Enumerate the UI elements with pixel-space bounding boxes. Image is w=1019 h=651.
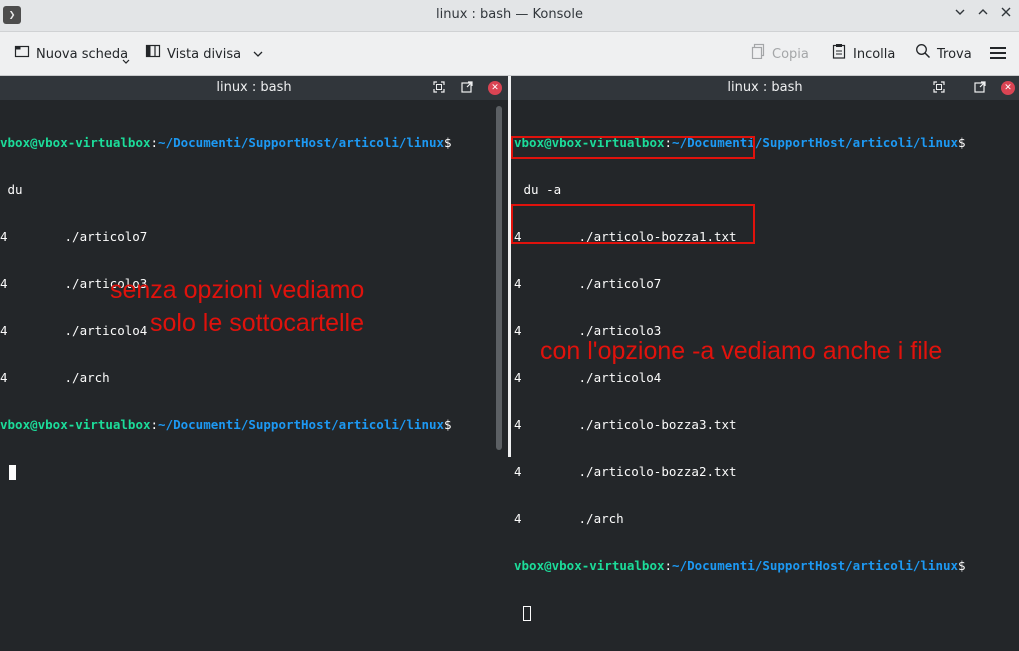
title-bar: ❯ linux : bash — Konsole xyxy=(0,0,1019,32)
new-tab-button[interactable]: Nuova scheda xyxy=(14,43,128,63)
prompt-line: vbox@vbox-virtualbox:~/Documenti/Support… xyxy=(0,416,492,433)
maximize-icon[interactable] xyxy=(974,6,992,24)
left-terminal-pane[interactable]: linux : bash ✕ vbox@vbox-virtualbox:~/Do… xyxy=(0,76,508,480)
prompt-user: vbox@vbox-virtualbox xyxy=(514,558,665,573)
cursor-line xyxy=(514,604,1003,621)
command-line: du -a xyxy=(516,182,562,197)
output-size: 4 xyxy=(0,370,8,385)
new-tab-menu-chevron-icon[interactable] xyxy=(122,58,130,67)
right-terminal-output[interactable]: vbox@vbox-virtualbox:~/Documenti/Support… xyxy=(514,104,1003,651)
output-size: 4 xyxy=(0,229,8,244)
maximize-pane-icon[interactable] xyxy=(432,81,446,95)
annotation-left-line2: solo le sottocartelle xyxy=(150,309,365,337)
output-row: 4 ./arch xyxy=(514,510,1003,527)
close-pane-icon[interactable]: ✕ xyxy=(1001,81,1015,95)
close-window-icon[interactable] xyxy=(997,6,1015,24)
prompt-path: ~/Documenti/SupportHost/articoli/linux xyxy=(672,558,959,573)
highlight-box-bozza3-bozza2 xyxy=(511,204,755,244)
terminal-cursor xyxy=(523,606,531,621)
output-path: ./articolo7 xyxy=(578,276,662,291)
right-pane-title: linux : bash xyxy=(727,80,803,95)
output-size: 4 xyxy=(514,511,522,526)
command-line: du xyxy=(0,182,23,197)
copy-label: Copia xyxy=(772,47,809,62)
output-size: 4 xyxy=(514,323,522,338)
output-size: 4 xyxy=(514,370,522,385)
terminal-cursor xyxy=(9,465,16,480)
split-view-icon xyxy=(145,43,161,66)
new-tab-icon xyxy=(14,43,30,66)
copy-icon xyxy=(750,43,766,66)
window-title: linux : bash — Konsole xyxy=(436,7,583,22)
prompt-symbol: $ xyxy=(958,558,966,573)
output-path: ./arch xyxy=(578,511,624,526)
output-row: 4 ./articolo7 xyxy=(0,228,492,245)
find-label: Trova xyxy=(937,47,972,62)
right-terminal-pane[interactable]: linux : bash ✕ vbox@vbox-virtualbox:~/Do… xyxy=(511,76,1019,621)
output-path: ./arch xyxy=(64,370,110,385)
hamburger-menu-icon[interactable] xyxy=(990,43,1006,63)
output-path: ./articolo4 xyxy=(578,370,662,385)
prompt-line: vbox@vbox-virtualbox:~/Documenti/Support… xyxy=(514,557,1003,574)
main-toolbar: Nuova scheda Vista divisa Copia Incolla … xyxy=(0,32,1019,76)
left-pane-header: linux : bash ✕ xyxy=(0,76,508,100)
output-path: ./articolo-bozza2.txt xyxy=(578,464,737,479)
prompt-separator: : xyxy=(150,135,159,150)
prompt-symbol: $ xyxy=(958,135,966,150)
annotation-left-line1: senza opzioni vediamo xyxy=(110,276,365,304)
find-button[interactable]: Trova xyxy=(915,43,972,63)
output-size: 4 xyxy=(514,464,522,479)
left-scrollbar[interactable] xyxy=(496,106,502,450)
output-row: 4 ./articolo-bozza3.txt xyxy=(514,416,1003,433)
highlight-box-bozza1 xyxy=(511,136,755,159)
prompt-user: vbox@vbox-virtualbox xyxy=(0,417,151,432)
split-view-chevron-down-icon xyxy=(253,47,263,62)
split-view-button[interactable]: Vista divisa xyxy=(145,43,263,63)
split-view-label: Vista divisa xyxy=(167,47,242,62)
copy-button[interactable]: Copia xyxy=(750,43,809,63)
output-size: 4 xyxy=(514,417,522,432)
output-size: 4 xyxy=(0,323,8,338)
paste-label: Incolla xyxy=(853,47,896,62)
prompt-path: ~/Documenti/SupportHost/articoli/linux xyxy=(158,135,445,150)
output-row: 4 ./articolo4 xyxy=(514,369,1003,386)
paste-icon xyxy=(831,43,847,66)
detach-pane-icon[interactable] xyxy=(973,81,987,95)
output-path: ./articolo-bozza3.txt xyxy=(578,417,737,432)
new-tab-label: Nuova scheda xyxy=(36,47,129,62)
prompt-separator: : xyxy=(150,417,159,432)
prompt-separator: : xyxy=(664,558,673,573)
minimize-icon[interactable] xyxy=(951,6,969,24)
output-path: ./articolo7 xyxy=(64,229,148,244)
maximize-pane-icon[interactable] xyxy=(932,81,946,95)
prompt-symbol: $ xyxy=(444,417,452,432)
annotation-right: con l'opzione -a vediamo anche i file xyxy=(540,337,943,365)
prompt-path: ~/Documenti/SupportHost/articoli/linux xyxy=(158,417,445,432)
output-size: 4 xyxy=(0,276,8,291)
output-row: 4 ./arch xyxy=(0,369,492,386)
output-size: 4 xyxy=(514,276,522,291)
prompt-line: vbox@vbox-virtualbox:~/Documenti/Support… xyxy=(0,134,492,151)
detach-pane-icon[interactable] xyxy=(460,81,474,95)
left-pane-title: linux : bash xyxy=(216,80,292,95)
prompt-symbol: $ xyxy=(444,135,452,150)
cursor-line xyxy=(0,463,492,480)
prompt-user: vbox@vbox-virtualbox xyxy=(0,135,151,150)
right-pane-header: linux : bash ✕ xyxy=(511,76,1019,100)
output-row: 4 ./articolo7 xyxy=(514,275,1003,292)
search-icon xyxy=(915,43,931,66)
paste-button[interactable]: Incolla xyxy=(831,43,895,63)
output-row: 4 ./articolo-bozza2.txt xyxy=(514,463,1003,480)
output-path: ./articolo4 xyxy=(64,323,148,338)
close-pane-icon[interactable]: ✕ xyxy=(488,81,502,95)
